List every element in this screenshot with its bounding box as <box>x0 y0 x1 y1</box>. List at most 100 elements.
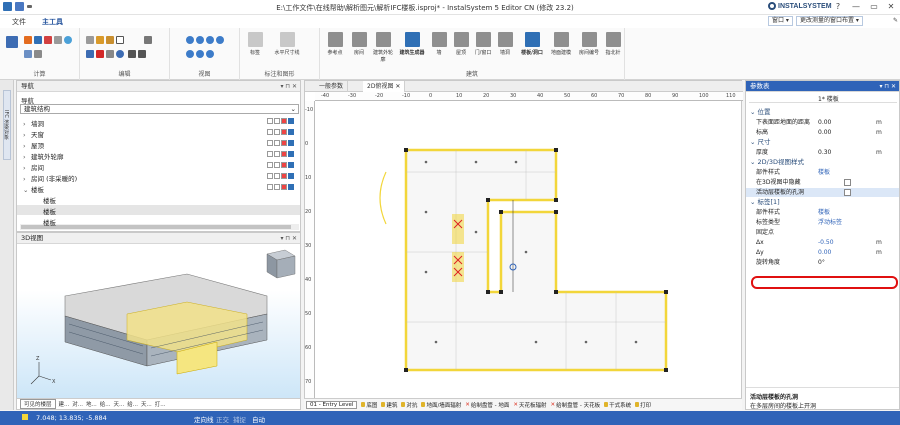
visibility-icon[interactable] <box>267 162 273 168</box>
wall-opening-button[interactable]: 墙洞 <box>494 32 516 56</box>
zoom-in-icon[interactable] <box>186 36 194 44</box>
red-tool-icon[interactable] <box>44 36 52 44</box>
style-icon[interactable] <box>288 162 294 168</box>
calc-icon[interactable] <box>6 36 18 48</box>
building-generator-button[interactable]: 建筑生成器 <box>398 32 426 56</box>
room-number-button[interactable]: 房间编号 <box>576 32 602 56</box>
property-value[interactable]: 0.30 <box>818 148 831 157</box>
expander-icon[interactable]: › <box>23 153 31 161</box>
property-row[interactable]: 部件样式 楼板 <box>746 208 899 217</box>
window-menu[interactable]: 窗口 ▾ <box>768 16 793 26</box>
minimize-button[interactable]: — <box>851 2 861 11</box>
dimension-button[interactable]: 水平尺寸线 <box>272 32 302 56</box>
navigator-dropdown[interactable]: 建筑结构 ⌄ <box>20 104 299 114</box>
expander-icon[interactable]: › <box>23 142 31 150</box>
color-icon[interactable] <box>281 173 287 179</box>
lock-icon[interactable] <box>274 118 280 124</box>
layout-menu[interactable]: 更改测量的窗口布置 ▾ <box>796 16 863 26</box>
property-value[interactable]: 0.00 <box>818 118 831 127</box>
property-row[interactable]: 厚度 0.30 m <box>746 148 899 157</box>
visibility-icon[interactable] <box>267 140 273 146</box>
tab-file[interactable]: 文件 <box>12 17 26 27</box>
view3d-layer-item[interactable]: 天... <box>141 400 152 408</box>
layer-item[interactable]: 地面/墙面辐射 <box>421 401 461 409</box>
panel-controls[interactable]: ▾ ⊓ ✕ <box>280 81 297 92</box>
brush-icon[interactable] <box>144 36 152 44</box>
properties-icon[interactable] <box>86 36 94 44</box>
property-section[interactable]: ⌄ 尺寸 <box>746 138 899 147</box>
property-section[interactable]: ⌄ 2D/3D视图样式 <box>746 158 899 167</box>
expander-icon[interactable]: ⌄ <box>23 186 31 194</box>
undo-icon[interactable] <box>128 50 136 58</box>
property-row[interactable]: 固定点 <box>746 228 899 237</box>
property-row[interactable]: 下表面距地面的距离 0.00 m <box>746 118 899 127</box>
style-icon[interactable] <box>288 184 294 190</box>
panel-controls[interactable]: ▾ ⊓ ✕ <box>280 233 297 244</box>
print-icon[interactable] <box>34 50 42 58</box>
style-icon[interactable] <box>288 151 294 157</box>
view3d-layer-item[interactable]: 打... <box>155 400 166 408</box>
lock-icon[interactable] <box>274 173 280 179</box>
property-checkbox[interactable] <box>844 179 851 186</box>
layout-icon[interactable] <box>24 50 32 58</box>
lock-icon[interactable] <box>274 151 280 157</box>
property-row[interactable]: 活动层楼板的孔洞 <box>746 188 899 197</box>
move-icon[interactable] <box>86 50 94 58</box>
mode-ortho[interactable]: 正交 <box>216 414 229 424</box>
lock-icon[interactable] <box>274 184 280 190</box>
label-button[interactable]: 标签 <box>244 32 266 56</box>
view3d-layer-item[interactable]: 建... <box>59 400 70 408</box>
layer-item[interactable]: ✕ 给制盘管 - 天花板 <box>551 401 601 409</box>
lock-icon[interactable] <box>274 140 280 146</box>
view3d-layer-item[interactable]: 地... <box>86 400 97 408</box>
color-icon[interactable] <box>281 140 287 146</box>
ribbon-pin-icon[interactable]: ✎ <box>893 17 898 24</box>
style-icon[interactable] <box>288 140 294 146</box>
tree-item[interactable]: 楼板 <box>17 216 300 227</box>
view3d-layer-item[interactable]: 对... <box>72 400 83 408</box>
property-value[interactable]: 浮动标签 <box>818 218 842 227</box>
style-icon[interactable] <box>288 173 294 179</box>
mode-auto[interactable]: 自动 <box>252 414 265 424</box>
close-button[interactable]: ✕ <box>886 2 896 11</box>
layer-item[interactable]: ✕ 天花板辐射 <box>513 401 546 409</box>
roof-button[interactable]: 屋顶 <box>450 32 472 56</box>
visibility-icon[interactable] <box>267 184 273 190</box>
layer-item[interactable]: 底图 <box>361 401 377 409</box>
property-value[interactable]: 0.00 <box>818 248 831 257</box>
expander-icon[interactable]: › <box>23 175 31 183</box>
layer-item[interactable]: 对抗 <box>401 401 417 409</box>
color-icon[interactable] <box>281 118 287 124</box>
section-collapse-icon[interactable]: ⌄ <box>750 108 758 116</box>
layer-item[interactable]: ✕ 给制盘管 - 地面 <box>465 401 509 409</box>
zoom-window-icon[interactable] <box>206 36 214 44</box>
property-value[interactable]: 0° <box>818 258 825 267</box>
orange-tool-icon[interactable] <box>24 36 32 44</box>
blue-tool-icon[interactable] <box>34 36 42 44</box>
mode-orientation[interactable]: 定向线 <box>194 414 214 424</box>
reference-point-button[interactable]: 参考点 <box>324 32 346 56</box>
zoom-prev-icon[interactable] <box>186 50 194 58</box>
slab-opening-button[interactable]: 楼板/洞口 <box>518 32 546 56</box>
save-icon[interactable] <box>15 2 24 11</box>
pan-icon[interactable] <box>206 50 214 58</box>
drop-icon[interactable] <box>64 36 72 44</box>
view3d-canvas[interactable]: Z X <box>17 244 300 398</box>
zoom-out-icon[interactable] <box>196 36 204 44</box>
layer-item[interactable]: 干式系统 <box>604 401 631 409</box>
ifc-objects-tab[interactable]: IFC 渲染对象 <box>3 90 11 160</box>
tree-item[interactable]: › 房间 <box>17 161 300 172</box>
close-icon[interactable]: ✕ <box>395 83 400 90</box>
visibility-icon[interactable] <box>267 173 273 179</box>
tree-item[interactable]: ⌄ 楼板 <box>17 183 300 194</box>
copy-icon[interactable] <box>96 36 104 44</box>
property-section[interactable]: ⌄ 标签[1] <box>746 198 899 207</box>
app-icon[interactable] <box>3 2 12 11</box>
color-icon[interactable] <box>281 162 287 168</box>
terrain-button[interactable]: 地面建模 <box>548 32 574 56</box>
color-icon[interactable] <box>281 151 287 157</box>
section-collapse-icon[interactable]: ⌄ <box>750 138 758 146</box>
tree-item[interactable]: 楼板 <box>17 194 300 205</box>
property-value[interactable]: 0.00 <box>818 128 831 137</box>
visibility-icon[interactable] <box>267 151 273 157</box>
